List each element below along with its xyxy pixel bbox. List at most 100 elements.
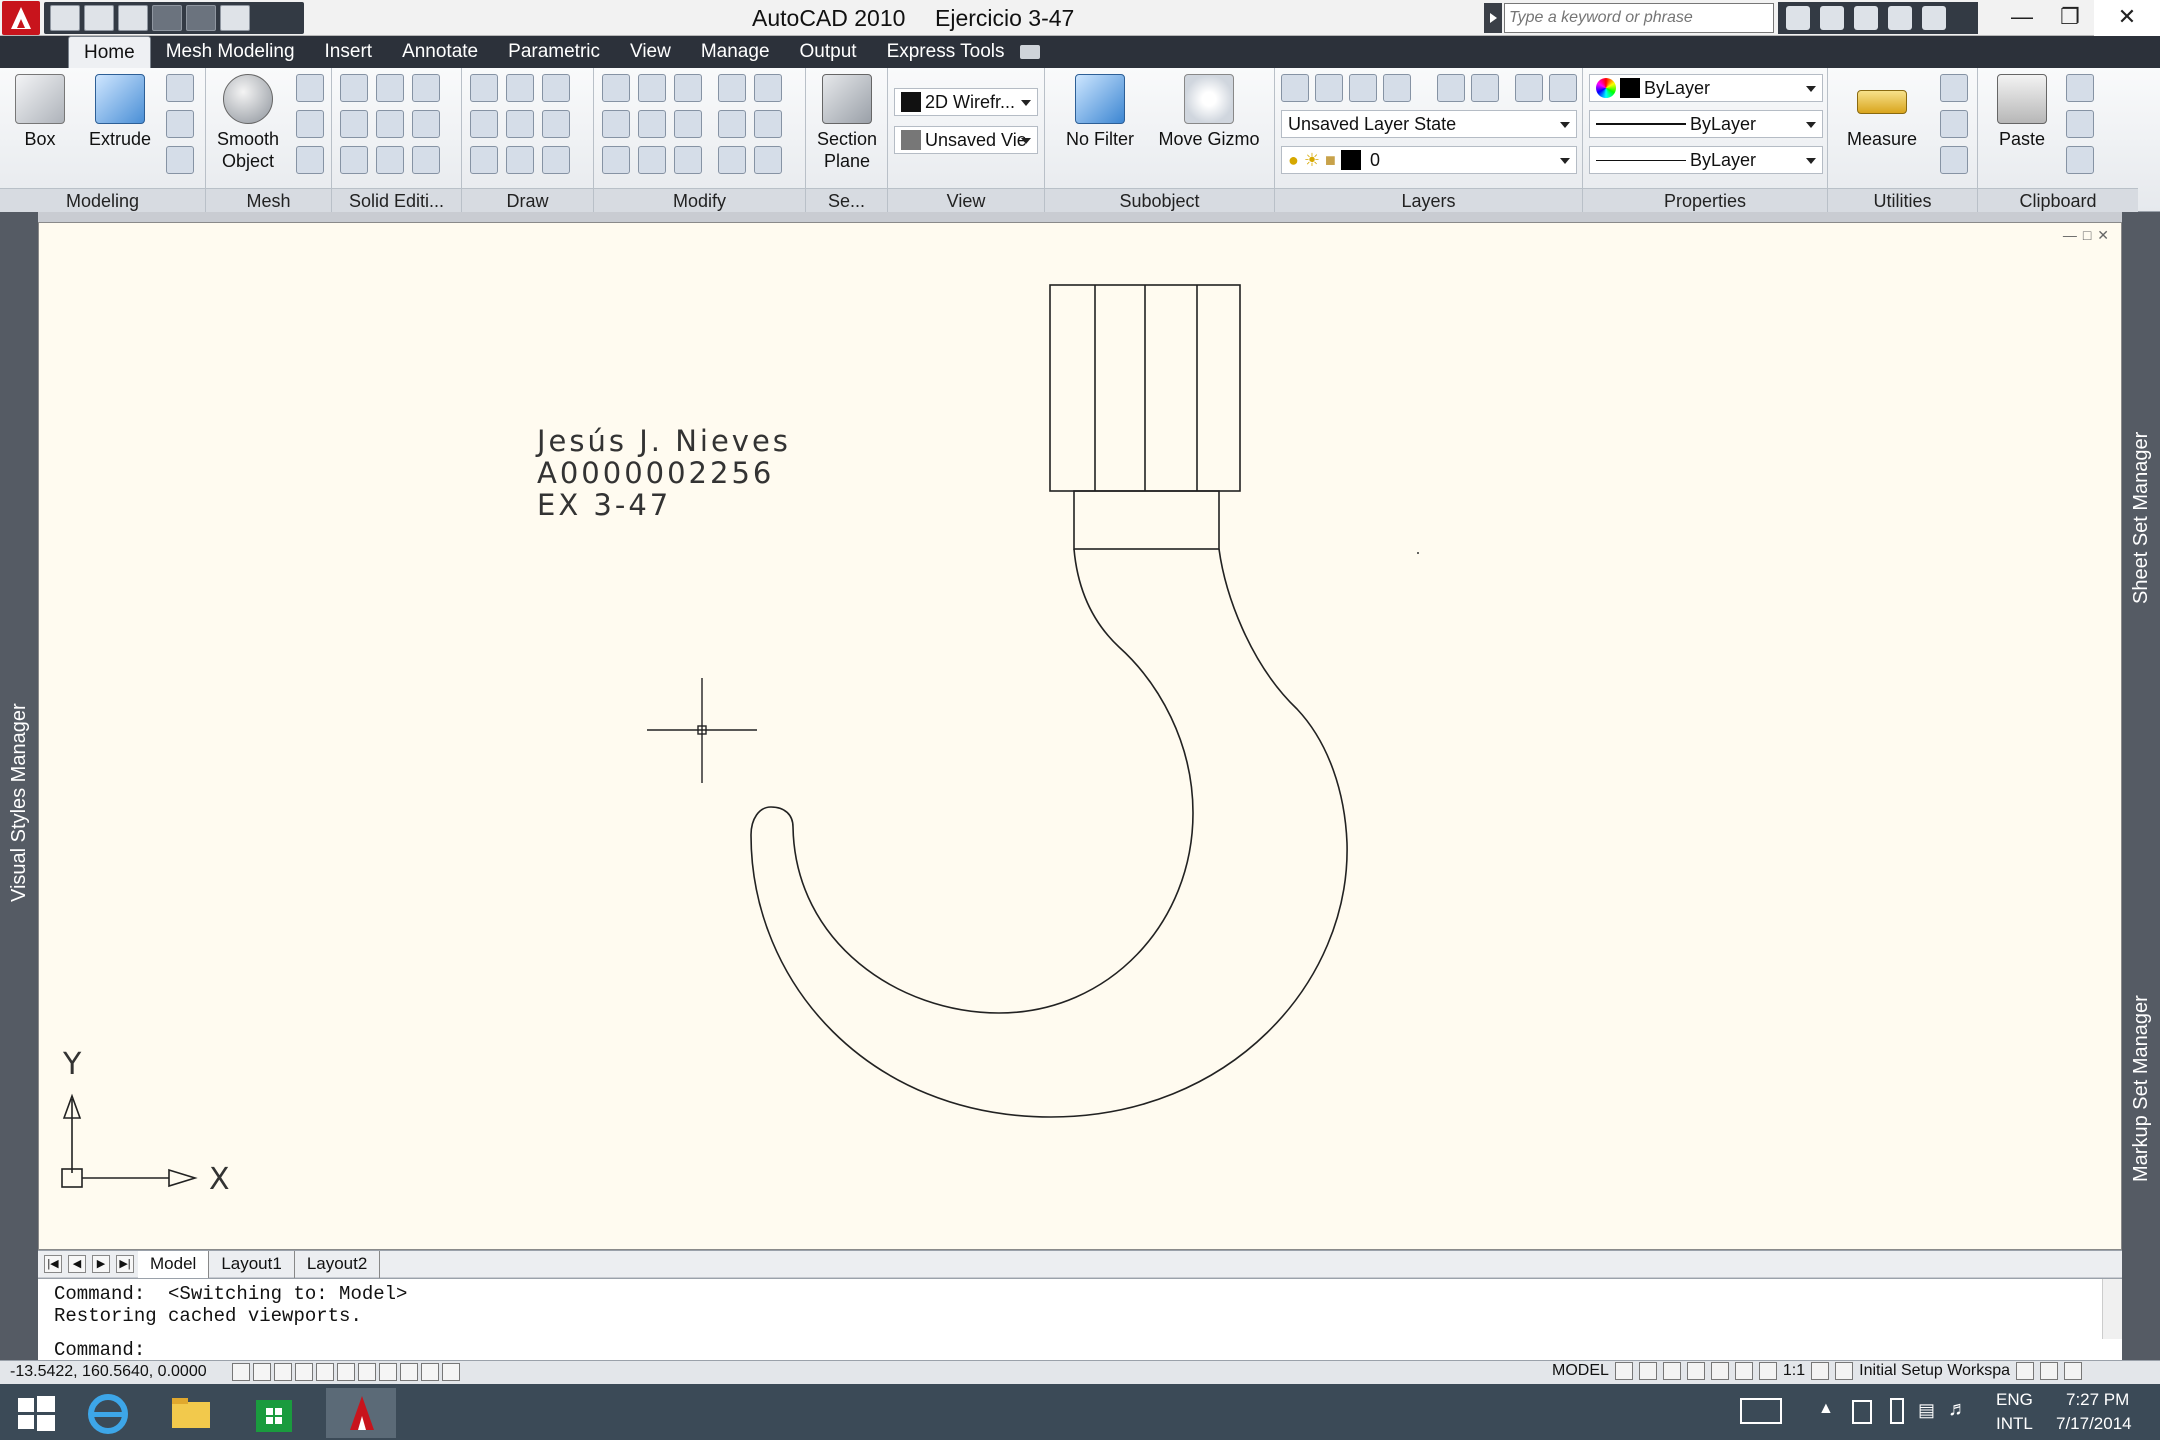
panel-title-solid-editing[interactable]: Solid Editi... <box>332 188 461 212</box>
mirror-icon[interactable] <box>718 110 746 138</box>
model-space-button[interactable]: MODEL <box>1552 1362 1609 1380</box>
volume-icon[interactable]: ♬ <box>1948 1398 1968 1421</box>
showmotion-icon[interactable] <box>1734 1362 1753 1380</box>
markup-set-label[interactable]: Markup Set Manager <box>2130 995 2153 1182</box>
smooth-less-icon[interactable] <box>296 110 324 138</box>
3d-move-icon[interactable] <box>674 74 702 102</box>
panel-title-modify[interactable]: Modify <box>594 188 805 212</box>
annotation-scale-value[interactable]: 1:1 <box>1783 1362 1805 1380</box>
polar-toggle[interactable] <box>295 1363 313 1381</box>
copy-icon[interactable] <box>718 74 746 102</box>
box-button[interactable]: Box <box>0 74 80 150</box>
break-icon[interactable] <box>754 74 782 102</box>
drawing-canvas[interactable]: —□✕ Jesús J. Nieves A0000002256 EX 3-47 <box>38 222 2122 1250</box>
layout-tab-layout2[interactable]: Layout2 <box>295 1251 381 1278</box>
grid-toggle[interactable] <box>253 1363 271 1381</box>
panel-title-section[interactable]: Se... <box>806 188 887 212</box>
point-style-icon[interactable] <box>1940 110 1968 138</box>
communication-icon[interactable] <box>1854 6 1878 30</box>
open-icon[interactable] <box>84 5 114 31</box>
align-icon[interactable] <box>638 146 666 174</box>
tab-parametric[interactable]: Parametric <box>493 36 615 68</box>
save-icon[interactable] <box>118 5 148 31</box>
3d-rotate-icon[interactable] <box>638 74 666 102</box>
quick-view-drawings-icon[interactable] <box>1638 1362 1657 1380</box>
3d-array-icon[interactable] <box>638 110 666 138</box>
input-language[interactable]: ENG <box>1996 1390 2033 1410</box>
array-icon[interactable] <box>602 146 630 174</box>
clock-time[interactable]: 7:27 PM <box>2066 1390 2129 1410</box>
otrack-toggle[interactable] <box>358 1363 376 1381</box>
battery-icon[interactable] <box>1890 1398 1904 1424</box>
quick-select-icon[interactable] <box>1940 74 1968 102</box>
panel-title-mesh[interactable]: Mesh <box>206 188 331 212</box>
tab-express-tools[interactable]: Express Tools <box>872 36 1020 68</box>
scale-icon[interactable] <box>674 146 702 174</box>
smooth-object-button[interactable]: Smooth Object <box>208 74 288 172</box>
extract-edges-icon[interactable] <box>376 74 404 102</box>
redo-icon[interactable] <box>186 5 216 31</box>
cut-icon[interactable] <box>2066 74 2094 102</box>
favorites-star-icon[interactable] <box>1888 6 1912 30</box>
3d-align-icon[interactable] <box>602 110 630 138</box>
tab-home[interactable]: Home <box>68 36 151 68</box>
undo-icon[interactable] <box>152 5 182 31</box>
layer-properties-icon[interactable] <box>1281 74 1309 102</box>
tab-annotate[interactable]: Annotate <box>387 36 493 68</box>
no-filter-button[interactable]: No Filter <box>1055 74 1145 150</box>
first-layout-icon[interactable]: |◀ <box>44 1255 62 1273</box>
ribbon-minimize-icon[interactable] <box>1020 45 1040 59</box>
sweep-icon[interactable] <box>166 146 194 174</box>
command-input[interactable]: Command: <box>54 1339 145 1361</box>
visual-style-dropdown[interactable]: 2D Wirefr... <box>894 88 1038 116</box>
smooth-more-icon[interactable] <box>296 74 324 102</box>
restore-icon[interactable]: ❐ <box>2046 0 2094 36</box>
layer-lock-icon[interactable] <box>1471 74 1499 102</box>
close-icon[interactable]: ✕ <box>2094 0 2160 36</box>
application-menu-button[interactable] <box>2 1 40 35</box>
status-tray-icon[interactable] <box>2040 1362 2059 1380</box>
refine-mesh-icon[interactable] <box>296 146 324 174</box>
search-expand-icon[interactable] <box>1484 3 1502 33</box>
tab-view[interactable]: View <box>615 36 686 68</box>
new-icon[interactable] <box>50 5 80 31</box>
polygon-icon[interactable] <box>470 146 498 174</box>
ellipse-icon[interactable] <box>542 146 570 174</box>
plot-icon[interactable] <box>220 5 250 31</box>
tab-insert[interactable]: Insert <box>310 36 388 68</box>
quick-properties-toggle[interactable] <box>442 1363 460 1381</box>
subscription-icon[interactable] <box>1820 6 1844 30</box>
binoculars-icon[interactable] <box>1786 6 1810 30</box>
3d-osnap-toggle[interactable] <box>337 1363 355 1381</box>
search-input[interactable] <box>1504 3 1774 33</box>
layout-tab-model[interactable]: Model <box>138 1251 210 1278</box>
ducs-toggle[interactable] <box>379 1363 397 1381</box>
shell-icon[interactable] <box>412 146 440 174</box>
layer-off-icon[interactable] <box>1349 74 1377 102</box>
panel-title-properties[interactable]: Properties <box>1583 188 1827 212</box>
pan-icon[interactable] <box>1686 1362 1705 1380</box>
slice-icon[interactable] <box>376 110 404 138</box>
panel-title-subobject[interactable]: Subobject <box>1045 188 1274 212</box>
circle-icon[interactable] <box>542 110 570 138</box>
section-plane-button[interactable]: Section Plane <box>807 74 887 172</box>
panel-title-clipboard[interactable]: Clipboard <box>1978 188 2138 212</box>
windows-start-icon[interactable] <box>6 1388 76 1438</box>
polyline-icon[interactable] <box>542 74 570 102</box>
panel-title-modeling[interactable]: Modeling <box>0 188 205 212</box>
last-layout-icon[interactable]: ▶| <box>116 1255 134 1273</box>
spline-icon[interactable] <box>470 110 498 138</box>
auto-scale-icon[interactable] <box>1835 1362 1854 1380</box>
autocad-taskbar-icon[interactable] <box>326 1388 396 1438</box>
minimize-icon[interactable]: — <box>1998 0 2046 36</box>
tab-mesh-modeling[interactable]: Mesh Modeling <box>151 36 310 68</box>
subtract-icon[interactable] <box>340 110 368 138</box>
sheet-set-label[interactable]: Sheet Set Manager <box>2130 432 2153 604</box>
erase-icon[interactable] <box>754 146 782 174</box>
3d-scale-icon[interactable] <box>602 74 630 102</box>
coordinates-readout[interactable]: -13.5422, 160.5640, 0.0000 <box>10 1363 207 1381</box>
helix-icon[interactable] <box>506 74 534 102</box>
help-icon[interactable] <box>1922 6 1946 30</box>
snap-toggle[interactable] <box>232 1363 250 1381</box>
copy-clip-icon[interactable] <box>2066 110 2094 138</box>
